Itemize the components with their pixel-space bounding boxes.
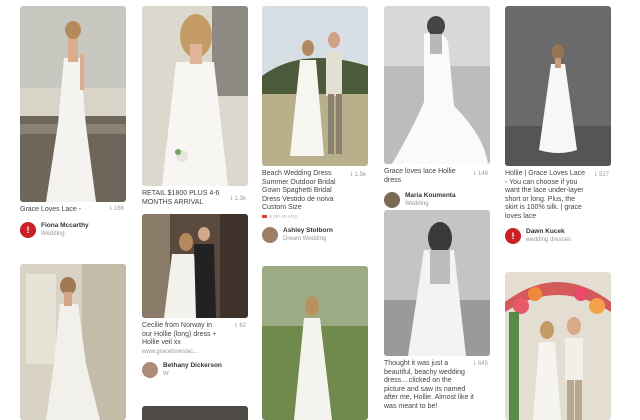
pin-image[interactable] (142, 214, 248, 318)
pin-image[interactable] (20, 6, 126, 202)
pin-description: Beach Wedding Dress Summer Outdoor Brida… (262, 170, 336, 211)
pinner-name[interactable]: Dawn Kucek (526, 228, 571, 236)
pinner[interactable]: Ashley Stolborn Dream Wedding (262, 225, 368, 245)
pin-icon: ⇂ (348, 172, 354, 178)
pin-card[interactable]: Thought it was just a beautiful, beachy … (384, 210, 490, 411)
pin-description: Grace loves lace Hollie dress (384, 168, 456, 184)
pin-card[interactable] (142, 406, 248, 420)
pin-icon: ⇂ (471, 171, 477, 177)
pin-description: Hollie | Grace Loves Lace - You can choo… (505, 170, 586, 220)
pinterest-logo-icon: ! (505, 228, 521, 244)
pin-card[interactable] (262, 266, 368, 420)
avatar (384, 192, 400, 208)
pin-image[interactable] (384, 210, 490, 356)
pinterest-logo-icon: ! (20, 221, 36, 238)
pin-card[interactable] (20, 264, 126, 420)
pin-description: Thought it was just a beautiful, beachy … (384, 360, 474, 410)
repin-count: ⇂645 (471, 361, 488, 367)
board-name[interactable]: wedding dresses (526, 236, 571, 244)
via-etsy[interactable]: a pin on etsy (262, 214, 368, 220)
repin-count: ⇂527 (592, 172, 609, 178)
pin-image[interactable] (262, 6, 368, 166)
pin-image[interactable] (142, 6, 248, 186)
pin-image[interactable] (20, 264, 126, 420)
etsy-icon (262, 214, 267, 218)
pin-image[interactable] (505, 6, 611, 166)
pin-card[interactable]: Grace Loves Lace - ⇂186 ! Fiona Mccarthy… (20, 6, 126, 240)
pin-grid: Grace Loves Lace - ⇂186 ! Fiona Mccarthy… (0, 0, 640, 420)
pin-icon: ⇂ (228, 196, 234, 202)
pin-card[interactable] (505, 272, 611, 420)
pinner[interactable]: Bethany Dickerson W (142, 360, 248, 380)
pin-icon: ⇂ (107, 206, 113, 212)
repin-count: ⇂186 (107, 206, 124, 212)
board-name[interactable]: W (163, 370, 222, 378)
pinner-name[interactable]: Bethany Dickerson (163, 362, 222, 370)
pin-image[interactable] (142, 406, 248, 420)
pin-image[interactable] (505, 272, 611, 420)
pin-card[interactable]: Cecilie from Norway in our Hollie (long)… (142, 214, 248, 380)
repin-count: ⇂62 (233, 323, 246, 329)
pinner[interactable]: ! Dawn Kucek wedding dresses (505, 226, 611, 246)
pin-description: Grace Loves Lace - (20, 206, 82, 213)
pin-card[interactable]: RETAIL $1800 PLUS 4-6 MONTHS ARRIVAL ⇂1.… (142, 6, 248, 207)
pin-icon: ⇂ (592, 172, 598, 178)
avatar (262, 226, 278, 243)
pin-icon: ⇂ (233, 323, 239, 329)
pinner-name[interactable]: Ashley Stolborn (283, 227, 333, 235)
pinner[interactable]: Maria Koumenta Wedding (384, 190, 490, 210)
pin-image[interactable] (384, 6, 490, 164)
repin-count: ⇂1.5k (348, 172, 366, 178)
pinner-name[interactable]: Maria Koumenta (405, 192, 456, 200)
pin-card[interactable]: Grace loves lace Hollie dress ⇂146 Maria… (384, 6, 490, 210)
source-link[interactable]: www.graceloveslac... (142, 349, 248, 355)
pinner[interactable]: ! Fiona Mccarthy Wedding (20, 220, 126, 240)
pinner-name[interactable]: Fiona Mccarthy (41, 222, 89, 230)
board-name[interactable]: Dream Wedding (283, 235, 333, 243)
repin-count: ⇂146 (471, 171, 488, 177)
avatar (142, 361, 158, 378)
pin-icon: ⇂ (471, 361, 477, 367)
pin-card[interactable]: Hollie | Grace Loves Lace - You can choo… (505, 6, 611, 246)
pin-image[interactable] (262, 266, 368, 420)
pin-description: RETAIL $1800 PLUS 4-6 MONTHS ARRIVAL (142, 190, 220, 206)
board-name[interactable]: Wedding (41, 230, 89, 238)
pin-description: Cecilie from Norway in our Hollie (long)… (142, 322, 217, 346)
repin-count: ⇂1.3k (228, 196, 246, 202)
pin-card[interactable]: Beach Wedding Dress Summer Outdoor Brida… (262, 6, 368, 245)
board-name[interactable]: Wedding (405, 200, 456, 208)
